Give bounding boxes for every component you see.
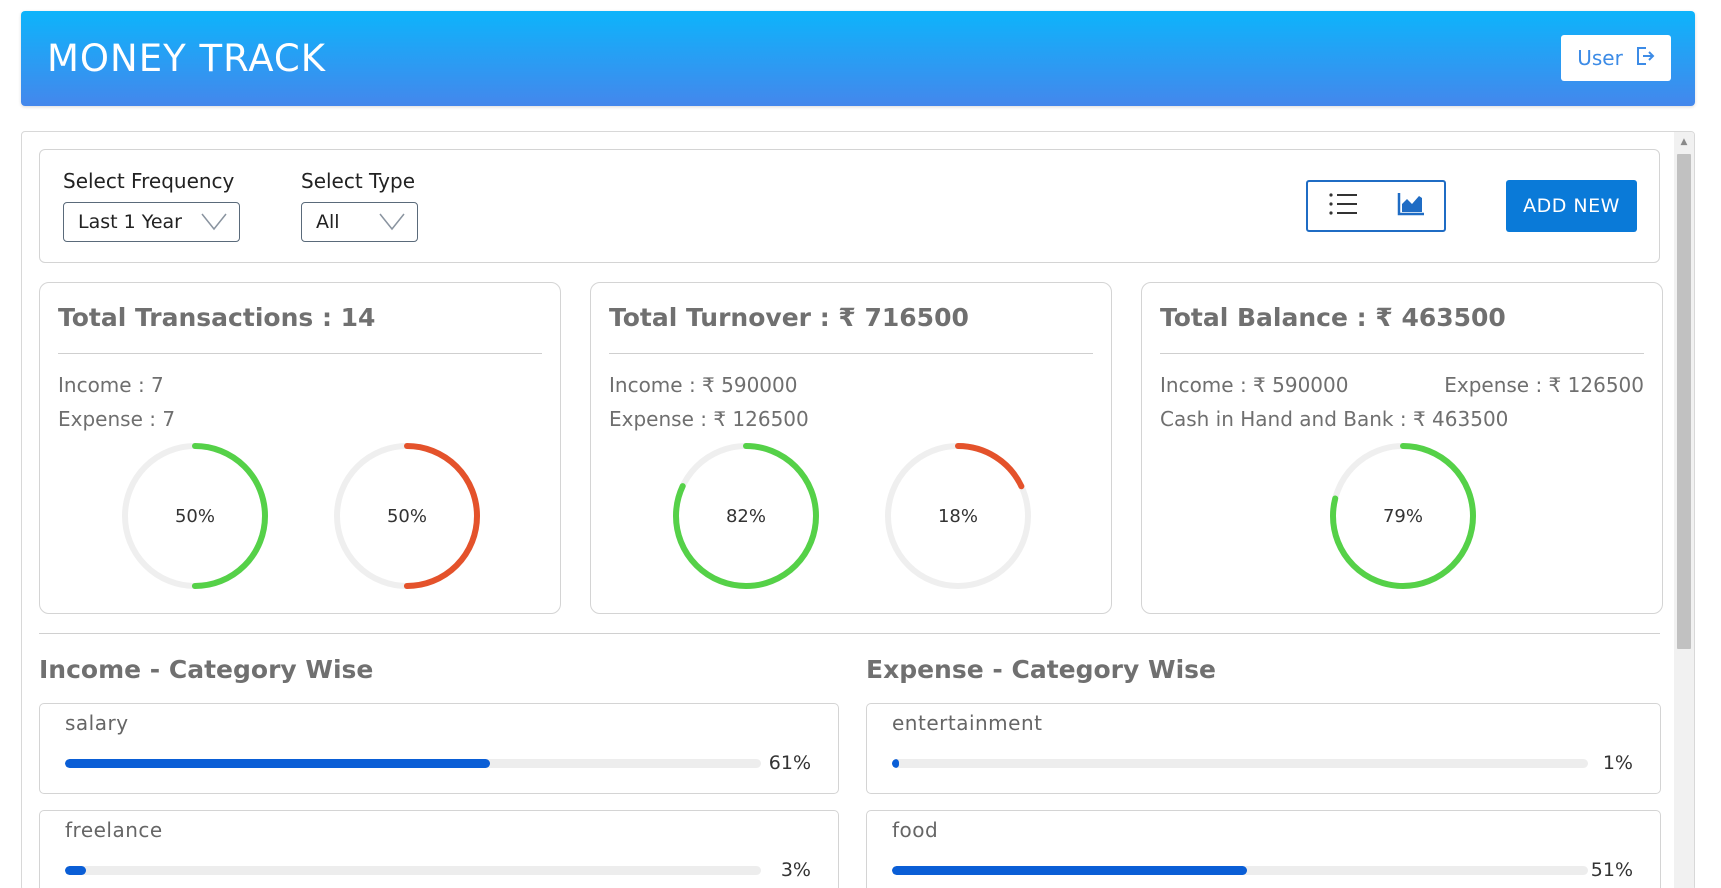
total-balance-card: Total Balance : ₹ 463500 Income : ₹ 5900…	[1141, 282, 1663, 614]
view-toggle	[1306, 180, 1446, 232]
divider	[58, 353, 542, 354]
balance-percent: 79%	[1382, 505, 1423, 527]
balance-donut: 79%	[1327, 440, 1479, 592]
expense-amount: Expense : ₹ 126500	[609, 407, 809, 431]
category-percent: 61%	[768, 752, 811, 774]
card-title: Total Transactions : 14	[58, 303, 376, 332]
progress-track	[892, 759, 1588, 768]
category-percent: 3%	[780, 859, 811, 881]
income-donut: 82%	[670, 440, 822, 592]
income-percent: 82%	[725, 505, 766, 527]
category-name: freelance	[65, 818, 163, 842]
chart-view-button[interactable]	[1397, 192, 1425, 220]
logout-icon	[1635, 45, 1655, 72]
expense-category-title: Expense - Category Wise	[866, 655, 1216, 684]
card-title: Total Balance : ₹ 463500	[1160, 303, 1506, 332]
progress-fill	[892, 866, 1247, 875]
vertical-scrollbar[interactable]: ▲	[1674, 132, 1694, 888]
expense-donut: 50%	[331, 440, 483, 592]
chart-icon	[1397, 193, 1424, 216]
card-title: Total Turnover : ₹ 716500	[609, 303, 969, 332]
expense-percent: 18%	[937, 505, 978, 527]
filter-bar: Select Frequency Last 1 Year Select Type…	[39, 149, 1660, 263]
chevron-down-icon	[201, 213, 227, 231]
scroll-thumb[interactable]	[1677, 154, 1691, 649]
expense-donut: 18%	[882, 440, 1034, 592]
divider	[1160, 353, 1644, 354]
progress-track	[65, 866, 761, 875]
income-category-title: Income - Category Wise	[39, 655, 374, 684]
progress-fill	[892, 759, 899, 768]
scroll-up-arrow-icon[interactable]: ▲	[1674, 132, 1694, 152]
frequency-filter: Select Frequency Last 1 Year	[63, 169, 240, 242]
section-divider	[39, 633, 1660, 634]
list-view-button[interactable]	[1328, 191, 1358, 221]
chevron-down-icon	[379, 213, 405, 231]
cash-balance: Cash in Hand and Bank : ₹ 463500	[1160, 407, 1509, 431]
category-item: food 51%	[866, 810, 1661, 888]
dashboard-panel: Select Frequency Last 1 Year Select Type…	[21, 131, 1695, 888]
progress-fill	[65, 759, 490, 768]
type-select[interactable]: All	[301, 202, 418, 242]
expense-percent: 50%	[386, 505, 427, 527]
list-icon	[1328, 193, 1357, 215]
category-name: food	[892, 818, 939, 842]
total-transactions-card: Total Transactions : 14 Income : 7 Expen…	[39, 282, 561, 614]
frequency-select[interactable]: Last 1 Year	[63, 202, 240, 242]
income-donut: 50%	[119, 440, 271, 592]
frequency-label: Select Frequency	[63, 169, 235, 193]
progress-track	[892, 866, 1588, 875]
category-item: entertainment 1%	[866, 703, 1661, 794]
user-label: User	[1577, 46, 1623, 70]
user-logout-button[interactable]: User	[1561, 35, 1671, 81]
category-percent: 1%	[1602, 752, 1633, 774]
type-filter: Select Type All	[301, 169, 418, 242]
type-label: Select Type	[301, 169, 415, 193]
expense-amount: Expense : ₹ 126500	[1444, 373, 1644, 397]
category-percent: 51%	[1590, 859, 1633, 881]
income-count: Income : 7	[58, 373, 164, 397]
add-new-button[interactable]: ADD NEW	[1506, 180, 1637, 232]
app-header: MONEY TRACK User	[21, 11, 1695, 106]
expense-count: Expense : 7	[58, 407, 176, 431]
income-amount: Income : ₹ 590000	[1160, 373, 1349, 397]
category-item: salary 61%	[39, 703, 839, 794]
category-name: entertainment	[892, 711, 1043, 735]
type-value: All	[316, 211, 340, 233]
income-percent: 50%	[174, 505, 215, 527]
app-title: MONEY TRACK	[47, 37, 327, 80]
category-name: salary	[65, 711, 129, 735]
category-item: freelance 3%	[39, 810, 839, 888]
divider	[609, 353, 1093, 354]
progress-track	[65, 759, 761, 768]
progress-fill	[65, 866, 86, 875]
total-turnover-card: Total Turnover : ₹ 716500 Income : ₹ 590…	[590, 282, 1112, 614]
frequency-value: Last 1 Year	[78, 211, 182, 233]
income-amount: Income : ₹ 590000	[609, 373, 798, 397]
